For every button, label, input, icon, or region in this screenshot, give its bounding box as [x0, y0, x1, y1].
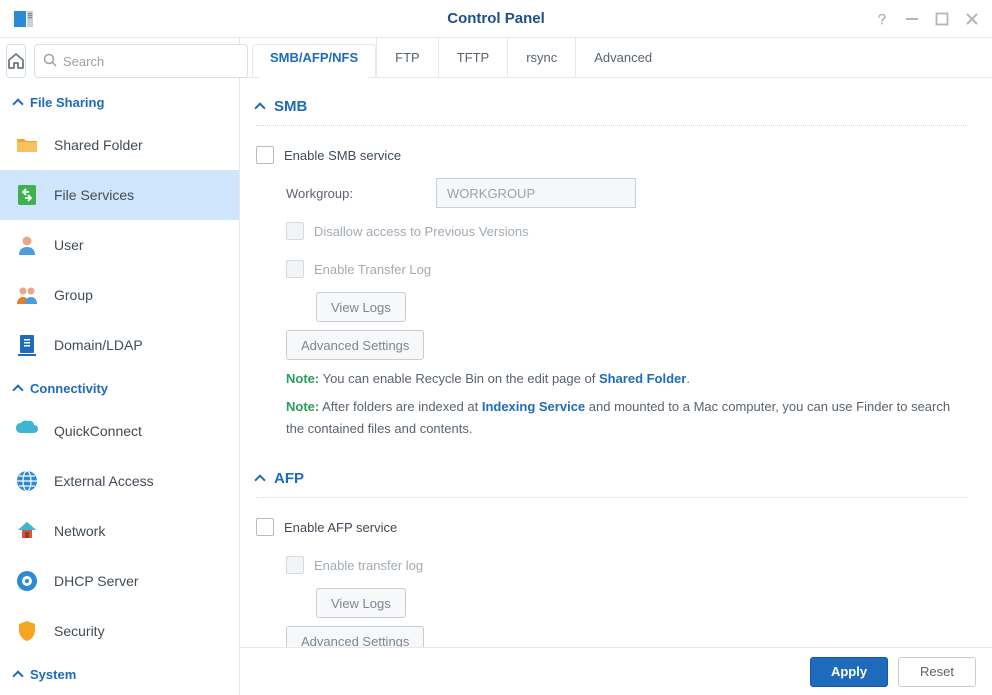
nav-external-access[interactable]: External Access	[0, 456, 239, 506]
section-file-sharing[interactable]: File Sharing	[0, 84, 239, 120]
domain-ldap-icon	[14, 332, 40, 358]
chevron-up-icon	[12, 384, 23, 395]
group-icon	[14, 282, 40, 308]
enable-transfer-log-checkbox	[286, 260, 304, 278]
enable-afp-label: Enable AFP service	[284, 520, 397, 535]
nav-label: External Access	[54, 473, 154, 489]
nav-label: User	[54, 237, 84, 253]
enable-smb-checkbox[interactable]	[256, 146, 274, 164]
user-icon	[14, 232, 40, 258]
afp-advanced-settings-button[interactable]: Advanced Settings	[286, 626, 424, 647]
app-icon	[12, 7, 36, 31]
nav-label: DHCP Server	[54, 573, 139, 589]
view-logs-button[interactable]: View Logs	[316, 292, 406, 322]
search-icon	[43, 53, 57, 70]
security-icon	[14, 618, 40, 644]
network-icon	[14, 518, 40, 544]
help-icon[interactable]	[874, 11, 890, 27]
section-title-text: SMB	[274, 98, 307, 115]
nav-label: Group	[54, 287, 93, 303]
tab-advanced[interactable]: Advanced	[576, 38, 670, 77]
transfer-log-label: Enable Transfer Log	[314, 262, 431, 277]
shared-folder-icon	[14, 132, 40, 158]
section-title-text: AFP	[274, 470, 304, 487]
afp-view-logs-button[interactable]: View Logs	[316, 588, 406, 618]
minimize-icon[interactable]	[904, 11, 920, 27]
nav-shared-folder[interactable]: Shared Folder	[0, 120, 239, 170]
nav-user[interactable]: User	[0, 220, 239, 270]
section-label: System	[30, 667, 76, 682]
nav-label: File Services	[54, 187, 134, 203]
nav-security[interactable]: Security	[0, 606, 239, 656]
nav-label: Shared Folder	[54, 137, 143, 153]
section-system[interactable]: System	[0, 656, 239, 692]
home-button[interactable]	[6, 44, 26, 78]
smb-note-1: Note: You can enable Recycle Bin on the …	[256, 368, 968, 390]
smb-note-2: Note: After folders are indexed at Index…	[256, 396, 968, 440]
external-access-icon	[14, 468, 40, 494]
close-icon[interactable]	[964, 11, 980, 27]
reset-button[interactable]: Reset	[898, 657, 976, 687]
afp-transfer-log-label: Enable transfer log	[314, 558, 423, 573]
search-input-wrap[interactable]	[34, 44, 248, 78]
afp-transfer-log-checkbox	[286, 556, 304, 574]
enable-smb-label: Enable SMB service	[284, 148, 401, 163]
tab-rsync[interactable]: rsync	[508, 38, 576, 77]
file-services-icon	[14, 182, 40, 208]
quickconnect-icon	[14, 418, 40, 444]
tab-tftp[interactable]: TFTP	[439, 38, 509, 77]
nav-label: Network	[54, 523, 105, 539]
disallow-label: Disallow access to Previous Versions	[314, 224, 529, 239]
section-connectivity[interactable]: Connectivity	[0, 370, 239, 406]
nav-label: Security	[54, 623, 105, 639]
chevron-up-icon	[12, 670, 23, 681]
nav-label: QuickConnect	[54, 423, 142, 439]
chevron-up-icon	[254, 475, 265, 486]
dhcp-server-icon	[14, 568, 40, 594]
apply-button[interactable]: Apply	[810, 657, 888, 687]
nav-label: Domain/LDAP	[54, 337, 143, 353]
nav-network[interactable]: Network	[0, 506, 239, 556]
shared-folder-link[interactable]: Shared Folder	[599, 371, 686, 386]
nav-dhcp-server[interactable]: DHCP Server	[0, 556, 239, 606]
enable-afp-checkbox[interactable]	[256, 518, 274, 536]
workgroup-label: Workgroup:	[286, 186, 436, 201]
smb-advanced-settings-button[interactable]: Advanced Settings	[286, 330, 424, 360]
tab-smb-afp-nfs[interactable]: SMB/AFP/NFS	[252, 38, 377, 77]
nav-quickconnect[interactable]: QuickConnect	[0, 406, 239, 456]
chevron-up-icon	[12, 98, 23, 109]
nav-group[interactable]: Group	[0, 270, 239, 320]
section-label: File Sharing	[30, 95, 104, 110]
nav-file-services[interactable]: File Services	[0, 170, 239, 220]
indexing-service-link[interactable]: Indexing Service	[482, 399, 585, 414]
window-title: Control Panel	[0, 10, 992, 27]
maximize-icon[interactable]	[934, 11, 950, 27]
search-input[interactable]	[63, 54, 239, 69]
nav-domain-ldap[interactable]: Domain/LDAP	[0, 320, 239, 370]
workgroup-input[interactable]	[436, 178, 636, 208]
section-label: Connectivity	[30, 381, 108, 396]
disallow-previous-versions-checkbox	[286, 222, 304, 240]
chevron-up-icon	[254, 102, 265, 113]
section-smb-toggle[interactable]: SMB	[256, 94, 968, 126]
tab-ftp[interactable]: FTP	[377, 38, 439, 77]
section-afp-toggle[interactable]: AFP	[256, 466, 968, 498]
